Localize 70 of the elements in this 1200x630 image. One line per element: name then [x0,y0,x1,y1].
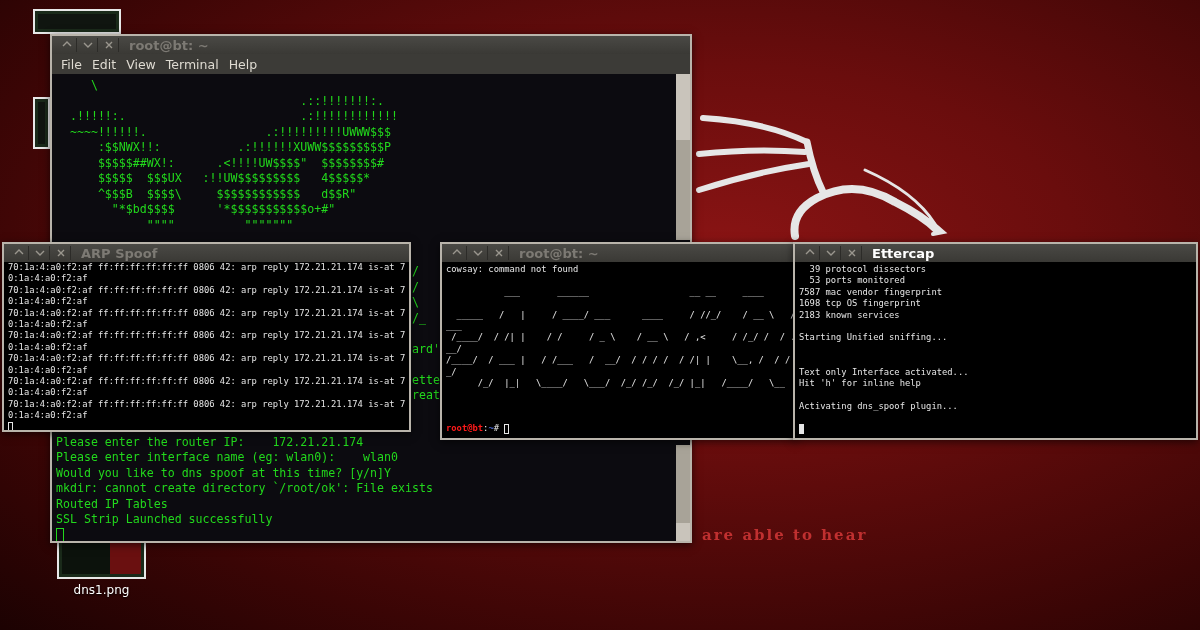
output-line: Text only Interface activated... [799,366,970,378]
window-title: ARP Spoof [81,245,158,261]
output-line: 1698 tcp OS fingerprint [799,298,922,310]
menu-item[interactable]: Terminal [160,56,224,72]
output-line: 70:1a:4:a0:f2:af ff:ff:ff:ff:ff:ff 0806 42: arp reply 172.21.21.174 is-at 7 [8,262,405,274]
output-line: 7587 mac vendor fingerprint [799,286,943,299]
output-line: $$$$$ $$$UX :!!UW$$$$$$$$$ 4$$$$$* [96,171,372,187]
window-title: root@bt: ~ [129,37,209,53]
output-line: :$$NWX!!: .:!!!!!!XUWW$$$$$$$$$P [96,140,393,156]
output-line: ^$$$B $$$$\ $$$$$$$$$$$$ d$$R" [96,186,358,202]
output-line: """" """"""" [145,217,295,233]
output-line: 53 ports monitored [808,275,906,287]
output-line: cowsay: command not found [446,264,580,276]
output-line: "*$bd$$$$ '*$$$$$$$$$$$o+#" [110,202,337,218]
menu-item[interactable]: Help [223,56,263,72]
file-thumbnail[interactable] [33,9,121,34]
output-line: Would you like to dns spoof at this time? [y/n]Y [56,465,393,481]
output-line: 0:1a:4:a0:f2:af [8,410,89,422]
output-line: Hit 'h' for inline help [799,377,922,390]
output-line: 70:1a:4:a0:f2:af ff:ff:ff:ff:ff:ff 0806 42: arp reply 172.21.21.174 is-at 7 [8,330,405,342]
wallpaper-text: are able to hear [702,526,868,544]
output-line: 39 protocol dissectors [808,264,928,276]
output-line: 2183 known services [799,309,901,321]
menu-item[interactable]: View [121,56,161,72]
output-line: .::!!!!!!!:. [299,93,386,109]
output-line: mkdir: cannot create directory `/root/ok': File exists [56,481,434,497]
output-line: 0:1a:4:a0:f2:af [8,296,89,308]
output-line: Please enter interface name (eg: wlan0): wlan0 [56,450,400,466]
output-line: Routed IP Tables [56,496,169,512]
file-thumbnail[interactable] [33,97,50,149]
shell-prompt: root@bt:~# [446,423,791,435]
output-line: 0:1a:4:a0:f2:af [8,387,89,399]
output-line: 70:1a:4:a0:f2:af ff:ff:ff:ff:ff:ff 0806 42: arp reply 172.21.21.174 is-at 7 [8,353,405,365]
output-line: ette [411,372,440,387]
window-title: Ettercap [872,245,935,261]
file-label[interactable]: dns1.png [73,583,130,597]
output-line: /_/ |_| \____/ \___/ /_/ /_/ /_/ |_| /____/ \__ [476,377,786,390]
output-line: /_ [411,310,426,325]
output-line: .!!!!!:. .:!!!!!!!!!!!! [68,109,400,125]
output-line: 0:1a:4:a0:f2:af [8,341,89,354]
output-line: 0:1a:4:a0:f2:af [8,273,89,285]
output-line: \ [411,295,419,309]
output-line: /____/ / /| | / / / _ \ / __ \ / ,< / /_/ / / . [450,332,791,344]
scrollbar[interactable] [676,445,690,541]
output-line: 0:1a:4:a0:f2:af [8,364,89,376]
output-line: / [411,264,419,278]
output-line: \ [89,78,99,94]
output-line: / [411,279,419,294]
output-line: ard' [411,341,440,356]
output-line: _/ [446,366,458,378]
menu-item[interactable]: Edit [86,56,122,72]
output-line: Please enter the router IP: 172.21.21.174 [56,434,365,450]
output-line: ~~~~!!!!!!. .:!!!!!!!!!UWWW$$$ [68,124,393,140]
output-line: __/ [446,343,463,356]
output-line: reat [411,388,440,402]
output-line: /____/ / ___ | / /___ / __/ / / / / / /| | \__, / / / [446,355,791,367]
output-line: ___ [446,320,463,333]
output-line: 0:1a:4:a0:f2:af [8,318,89,331]
output-line: $$$$$##WX!: .<!!!!UW$$$$" $$$$$$$$# [96,155,386,171]
output-line: ___ ______ __ __ ____ [503,286,765,299]
output-line: 70:1a:4:a0:f2:af ff:ff:ff:ff:ff:ff 0806 42: arp reply 172.21.21.174 is-at 7 [8,375,405,388]
window-title: root@bt: ~ [519,245,599,261]
output-line: SSL Strip Launched successfully [56,512,274,528]
output-line: Activating dns_spoof plugin... [799,400,959,413]
menu-item[interactable]: File [56,56,87,72]
scrollbar[interactable] [676,74,690,240]
output-line: Starting Unified sniffing... [799,332,949,344]
output-line: 70:1a:4:a0:f2:af ff:ff:ff:ff:ff:ff 0806 42: arp reply 172.21.21.174 is-at 7 [8,398,405,411]
output-line: 70:1a:4:a0:f2:af ff:ff:ff:ff:ff:ff 0806 42: arp reply 172.21.21.174 is-at 7 [8,284,405,297]
output-line: 70:1a:4:a0:f2:af ff:ff:ff:ff:ff:ff 0806 42: arp reply 172.21.21.174 is-at 7 [8,307,405,319]
